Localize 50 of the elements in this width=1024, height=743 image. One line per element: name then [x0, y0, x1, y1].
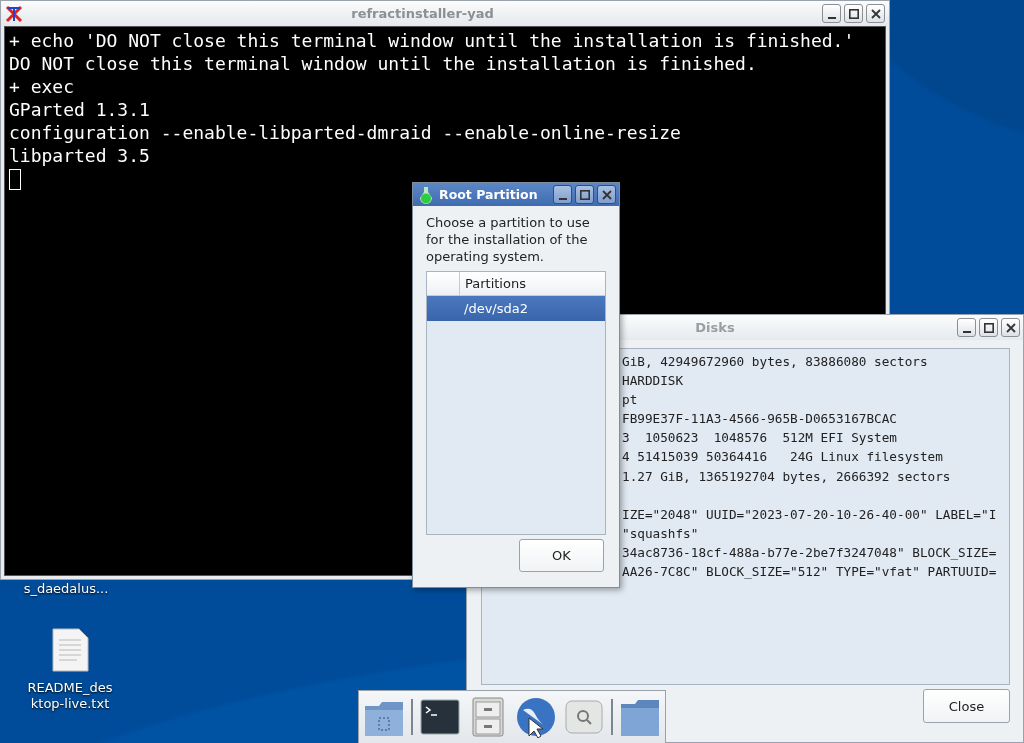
maximize-icon: [848, 8, 859, 19]
dialog-title: Root Partition: [439, 187, 539, 202]
maximize-button[interactable]: [844, 4, 863, 23]
disk-info-line: GiB, 42949672960 bytes, 83886080 sectors: [622, 353, 928, 371]
list-row[interactable]: /dev/sda2: [427, 296, 605, 321]
maximize-button[interactable]: [979, 318, 998, 337]
terminal-line: + exec: [9, 75, 75, 98]
minimize-button[interactable]: [822, 4, 841, 23]
maximize-icon: [983, 322, 994, 333]
minimize-icon: [558, 197, 567, 200]
flask-icon: [419, 185, 433, 204]
window-title: refractinstaller-yad: [350, 6, 495, 21]
dialog-message: Choose a partition to use for the installation of the operating system.: [426, 214, 591, 265]
terminal-logo-icon: [5, 4, 23, 23]
minimize-icon: [827, 16, 836, 19]
terminal-line: GParted 1.3.1: [9, 98, 150, 121]
terminal-line: + echo 'DO NOT close this terminal window until the installation is finished.': [9, 29, 855, 52]
maximize-button[interactable]: [575, 185, 594, 204]
close-icon: [601, 189, 612, 200]
close-button[interactable]: Close: [923, 689, 1010, 723]
disk-info-line: AA26-7C8C" BLOCK_SIZE="512" TYPE="vfat" PARTUUID=: [622, 562, 997, 581]
file-label[interactable]: s_daedalus...: [20, 581, 112, 597]
disk-info-line: HARDDISK: [622, 372, 684, 391]
disk-info-line: 4 51415039 50364416 24G Linux filesystem: [622, 448, 943, 467]
disk-info-line: "squashfs": [622, 524, 699, 543]
cursor-icon: [9, 169, 21, 190]
minimize-button[interactable]: [957, 318, 976, 337]
file-label[interactable]: README_desktop-live.txt: [24, 680, 116, 712]
terminal-line: DO NOT close this terminal window until the installation is finished.: [9, 52, 757, 75]
close-button[interactable]: [1001, 318, 1020, 337]
maximize-icon: [579, 189, 590, 200]
terminal-icon[interactable]: [419, 696, 461, 738]
minimize-icon: [962, 330, 971, 333]
text-file-icon[interactable]: [51, 628, 89, 672]
close-icon: [1005, 322, 1016, 333]
close-button[interactable]: [866, 4, 885, 23]
close-icon: [870, 8, 881, 19]
globe-icon[interactable]: [515, 696, 557, 738]
disk-info-line: 3 1050623 1048576 512M EFI System: [622, 429, 897, 448]
disk-info-line: 34ac8736-18cf-488a-b77e-2be7f3247048" BLOCK_SIZE=: [622, 543, 997, 562]
close-button[interactable]: [597, 185, 616, 204]
disk-info-line: IZE="2048" UUID="2023-07-20-10-26-40-00" LABEL="I: [622, 505, 997, 524]
disk-info-line: FB99E37F-11A3-4566-965B-D0653167BCAC: [622, 410, 897, 429]
ok-button[interactable]: OK: [519, 539, 604, 572]
minimize-button[interactable]: [553, 185, 572, 204]
terminal-line: libparted 3.5: [9, 144, 150, 167]
disk-info-line: pt: [622, 391, 638, 410]
disk-info-line: 1.27 GiB, 1365192704 bytes, 2666392 sectors: [622, 467, 951, 486]
terminal-line: configuration --enable-libparted-dmraid --enable-online-resize: [9, 121, 681, 144]
window-title: Disks: [694, 320, 736, 335]
